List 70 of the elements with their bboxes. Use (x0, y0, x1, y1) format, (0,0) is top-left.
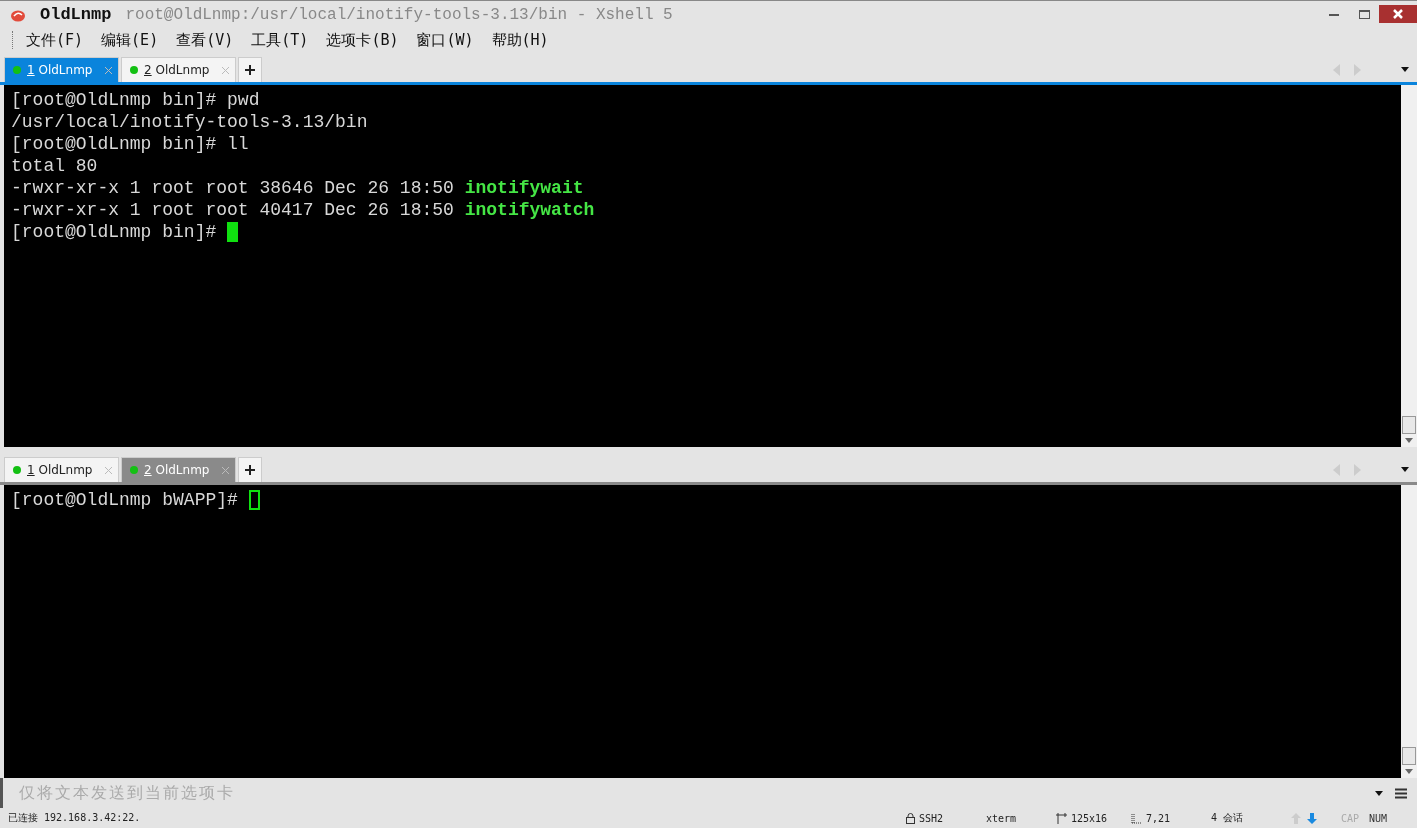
terminal-text: -rwxr-xr-x 1 root root 40417 Dec 26 18:50 (11, 199, 455, 221)
lock-icon (905, 812, 915, 824)
terminal-text: [root@OldLnmp bin]# ll (11, 133, 249, 155)
terminal-text: inotifywait (464, 177, 584, 199)
resize-icon (1055, 812, 1067, 824)
scrollbar-thumb[interactable] (1402, 747, 1416, 765)
scroll-left-icon[interactable] (1333, 63, 1340, 76)
status-dot-icon (130, 66, 138, 74)
upload-arrow-icon (1290, 812, 1301, 824)
send-text-field[interactable]: 仅将文本发送到当前选项卡 (17, 783, 1375, 803)
status-dot-icon (13, 66, 21, 74)
close-icon[interactable] (222, 466, 229, 474)
key-indicator: NUM (1368, 812, 1387, 824)
close-icon (1393, 9, 1403, 19)
key-indicator: CAP (1340, 812, 1359, 824)
scroll-down-icon[interactable] (1405, 769, 1413, 774)
menu-item[interactable]: 查看(V) (176, 30, 234, 50)
status-field: 7,21 (1145, 812, 1170, 824)
terminal-text: -rwxr-xr-x 1 root root 38646 Dec 26 18:50 (11, 177, 455, 199)
cursor-position-icon (1130, 812, 1142, 824)
terminal-text: /usr/local/inotify-tools-3.13/bin (11, 111, 368, 133)
terminal-text: [root@OldLnmp bin]# pwd (11, 89, 260, 111)
status-dot-icon (130, 466, 138, 474)
terminal-text: total 80 (11, 155, 98, 177)
scroll-down-icon[interactable] (1405, 438, 1413, 443)
session-tab[interactable]: 1 OldLnmp (4, 457, 119, 482)
status-field: 125x16 (1070, 812, 1107, 824)
close-button[interactable] (1379, 5, 1417, 23)
menu-item[interactable]: 选项卡(B) (326, 30, 399, 50)
menu-item[interactable]: 帮助(H) (491, 30, 549, 50)
tab-label: 2 OldLnmp (144, 463, 211, 477)
status-field: xterm (985, 812, 1016, 824)
dropdown-arrow-icon[interactable] (1401, 467, 1409, 472)
scrollbar-thumb[interactable] (1402, 416, 1416, 434)
window-host: OldLnmp (40, 5, 112, 24)
new-tab-button[interactable] (238, 57, 262, 82)
window-title: root@OldLnmp:/usr/local/inotify-tools-3.13/bin - Xshell 5 (125, 5, 673, 24)
plus-icon (245, 65, 255, 75)
scrollbar[interactable] (1401, 85, 1417, 447)
tab-label: 1 OldLnmp (27, 463, 94, 477)
connection-status: 已连接 192.168.3.42:22. (8, 811, 141, 825)
new-tab-button[interactable] (238, 457, 262, 482)
close-icon[interactable] (105, 66, 112, 74)
close-icon[interactable] (222, 66, 229, 74)
menu-icon[interactable] (1395, 787, 1407, 799)
dropdown-arrow-icon[interactable] (1401, 67, 1409, 72)
scroll-right-icon[interactable] (1354, 463, 1361, 476)
status-dot-icon (13, 466, 21, 474)
scrollbar[interactable] (1401, 485, 1417, 778)
scroll-left-icon[interactable] (1333, 463, 1340, 476)
menu-item[interactable]: 窗口(W) (416, 30, 474, 50)
dropdown-arrow-icon[interactable] (1375, 790, 1383, 796)
minimize-icon (1329, 12, 1339, 16)
terminal-text: [root@OldLnmp bin]# (11, 221, 218, 243)
plus-icon (245, 465, 255, 475)
tab-label: 2 OldLnmp (144, 63, 211, 77)
status-field: 4 会话 (1210, 811, 1243, 825)
terminal-text: inotifywatch (464, 199, 595, 221)
menu-item[interactable]: 工具(T) (251, 30, 309, 50)
session-tab[interactable]: 2 OldLnmp (121, 57, 236, 82)
maximize-icon (1358, 9, 1370, 19)
download-arrow-icon (1306, 812, 1317, 824)
scroll-right-icon[interactable] (1354, 63, 1361, 76)
status-field: SSH2 (918, 812, 943, 824)
terminal-text: [root@OldLnmp bWAPP]# (11, 489, 239, 511)
menu-item[interactable]: 编辑(E) (101, 30, 159, 50)
session-tab[interactable]: 1 OldLnmp (4, 57, 119, 82)
menu-item[interactable]: 文件(F) (26, 30, 84, 50)
close-icon[interactable] (105, 466, 112, 474)
tab-label: 1 OldLnmp (27, 63, 94, 77)
